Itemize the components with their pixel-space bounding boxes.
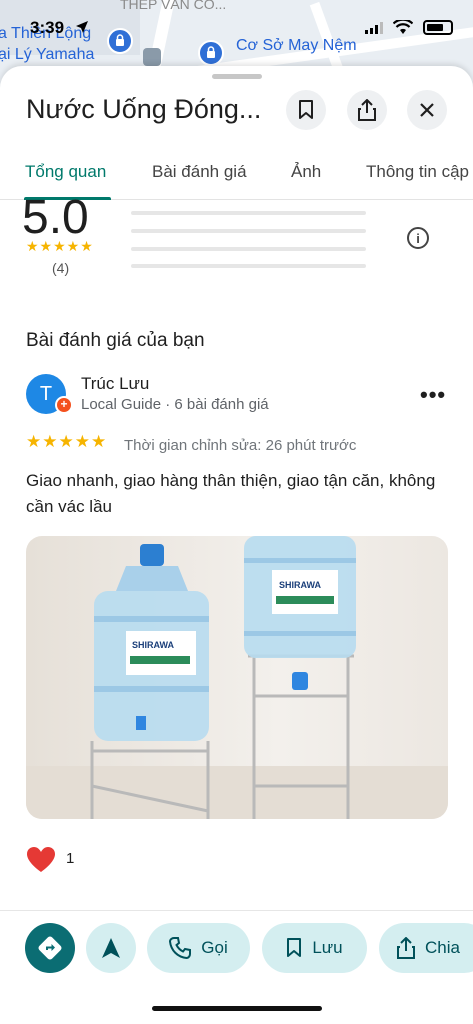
tab-overview[interactable]: Tổng quan bbox=[25, 162, 106, 182]
home-indicator[interactable] bbox=[152, 1006, 322, 1011]
signal-icon bbox=[365, 22, 383, 34]
phone-icon bbox=[169, 937, 192, 959]
heart-icon bbox=[27, 847, 55, 872]
battery-icon bbox=[423, 20, 453, 35]
review-stars: ★★★★★ bbox=[26, 432, 108, 451]
wifi-icon bbox=[393, 20, 413, 34]
bottle-brand-label: SHIRAWA bbox=[279, 580, 322, 590]
action-bar: Gọi Lưu Chia bbox=[0, 910, 473, 1000]
tab-photos[interactable]: Ảnh bbox=[291, 162, 321, 182]
location-arrow-icon bbox=[76, 21, 88, 33]
bookmark-icon bbox=[287, 938, 302, 957]
status-time: 3:39 bbox=[30, 18, 65, 37]
tab-info[interactable]: Thông tin cập bbox=[366, 162, 469, 182]
rating-bar bbox=[131, 211, 366, 215]
call-label: Gọi bbox=[201, 938, 228, 957]
rating-bar bbox=[131, 247, 366, 251]
sheet-drag-handle[interactable] bbox=[212, 74, 262, 79]
start-navigation-button[interactable] bbox=[86, 923, 136, 973]
review-photo[interactable]: SHIRAWA SHIRAWA bbox=[26, 536, 448, 819]
bookmark-icon bbox=[299, 100, 313, 119]
info-icon[interactable]: i bbox=[407, 227, 429, 249]
bus-stop-icon[interactable] bbox=[143, 48, 161, 66]
rating-bar bbox=[131, 264, 366, 268]
rating-count: (4) bbox=[52, 260, 70, 276]
navigation-arrow-icon bbox=[102, 938, 120, 958]
share-icon bbox=[397, 937, 415, 959]
like-count: 1 bbox=[66, 850, 75, 867]
directions-icon bbox=[38, 936, 62, 960]
local-guide-badge-icon: + bbox=[55, 396, 73, 414]
directions-button[interactable] bbox=[25, 923, 75, 973]
rating-score: 5.0 bbox=[22, 191, 89, 244]
review-edited-time: Thời gian chỉnh sửa: 26 phút trước bbox=[124, 437, 357, 454]
like-button[interactable] bbox=[26, 846, 56, 874]
share-label: Chia bbox=[425, 938, 460, 957]
tab-reviews[interactable]: Bài đánh giá bbox=[152, 162, 247, 182]
close-icon bbox=[420, 103, 434, 117]
share-icon bbox=[358, 99, 376, 121]
close-sheet-button[interactable] bbox=[407, 90, 447, 130]
rating-stars: ★★★★★ bbox=[26, 238, 94, 254]
place-title: Nước Uống Đóng... bbox=[26, 94, 262, 124]
reviewer-meta: Local Guide · 6 bài đánh giá bbox=[81, 396, 269, 413]
status-bar: 3:39 bbox=[0, 0, 473, 50]
your-review-heading: Bài đánh giá của bạn bbox=[26, 330, 205, 351]
review-text: Giao nhanh, giao hàng thân thiện, giao t… bbox=[26, 471, 436, 516]
save-button[interactable]: Lưu bbox=[262, 923, 367, 973]
save-place-button[interactable] bbox=[286, 90, 326, 130]
save-label: Lưu bbox=[312, 938, 343, 957]
rating-bar bbox=[131, 229, 366, 233]
bottle-brand-label: SHIRAWA bbox=[132, 640, 175, 650]
call-button[interactable]: Gọi bbox=[147, 923, 250, 973]
share-button[interactable]: Chia bbox=[379, 923, 473, 973]
place-sheet: Nước Uống Đóng... Tổng quan Bài đánh giá… bbox=[0, 66, 473, 1024]
share-place-button[interactable] bbox=[347, 90, 387, 130]
reviewer-name[interactable]: Trúc Lưu bbox=[81, 374, 149, 394]
more-options-icon[interactable]: ••• bbox=[420, 382, 446, 408]
